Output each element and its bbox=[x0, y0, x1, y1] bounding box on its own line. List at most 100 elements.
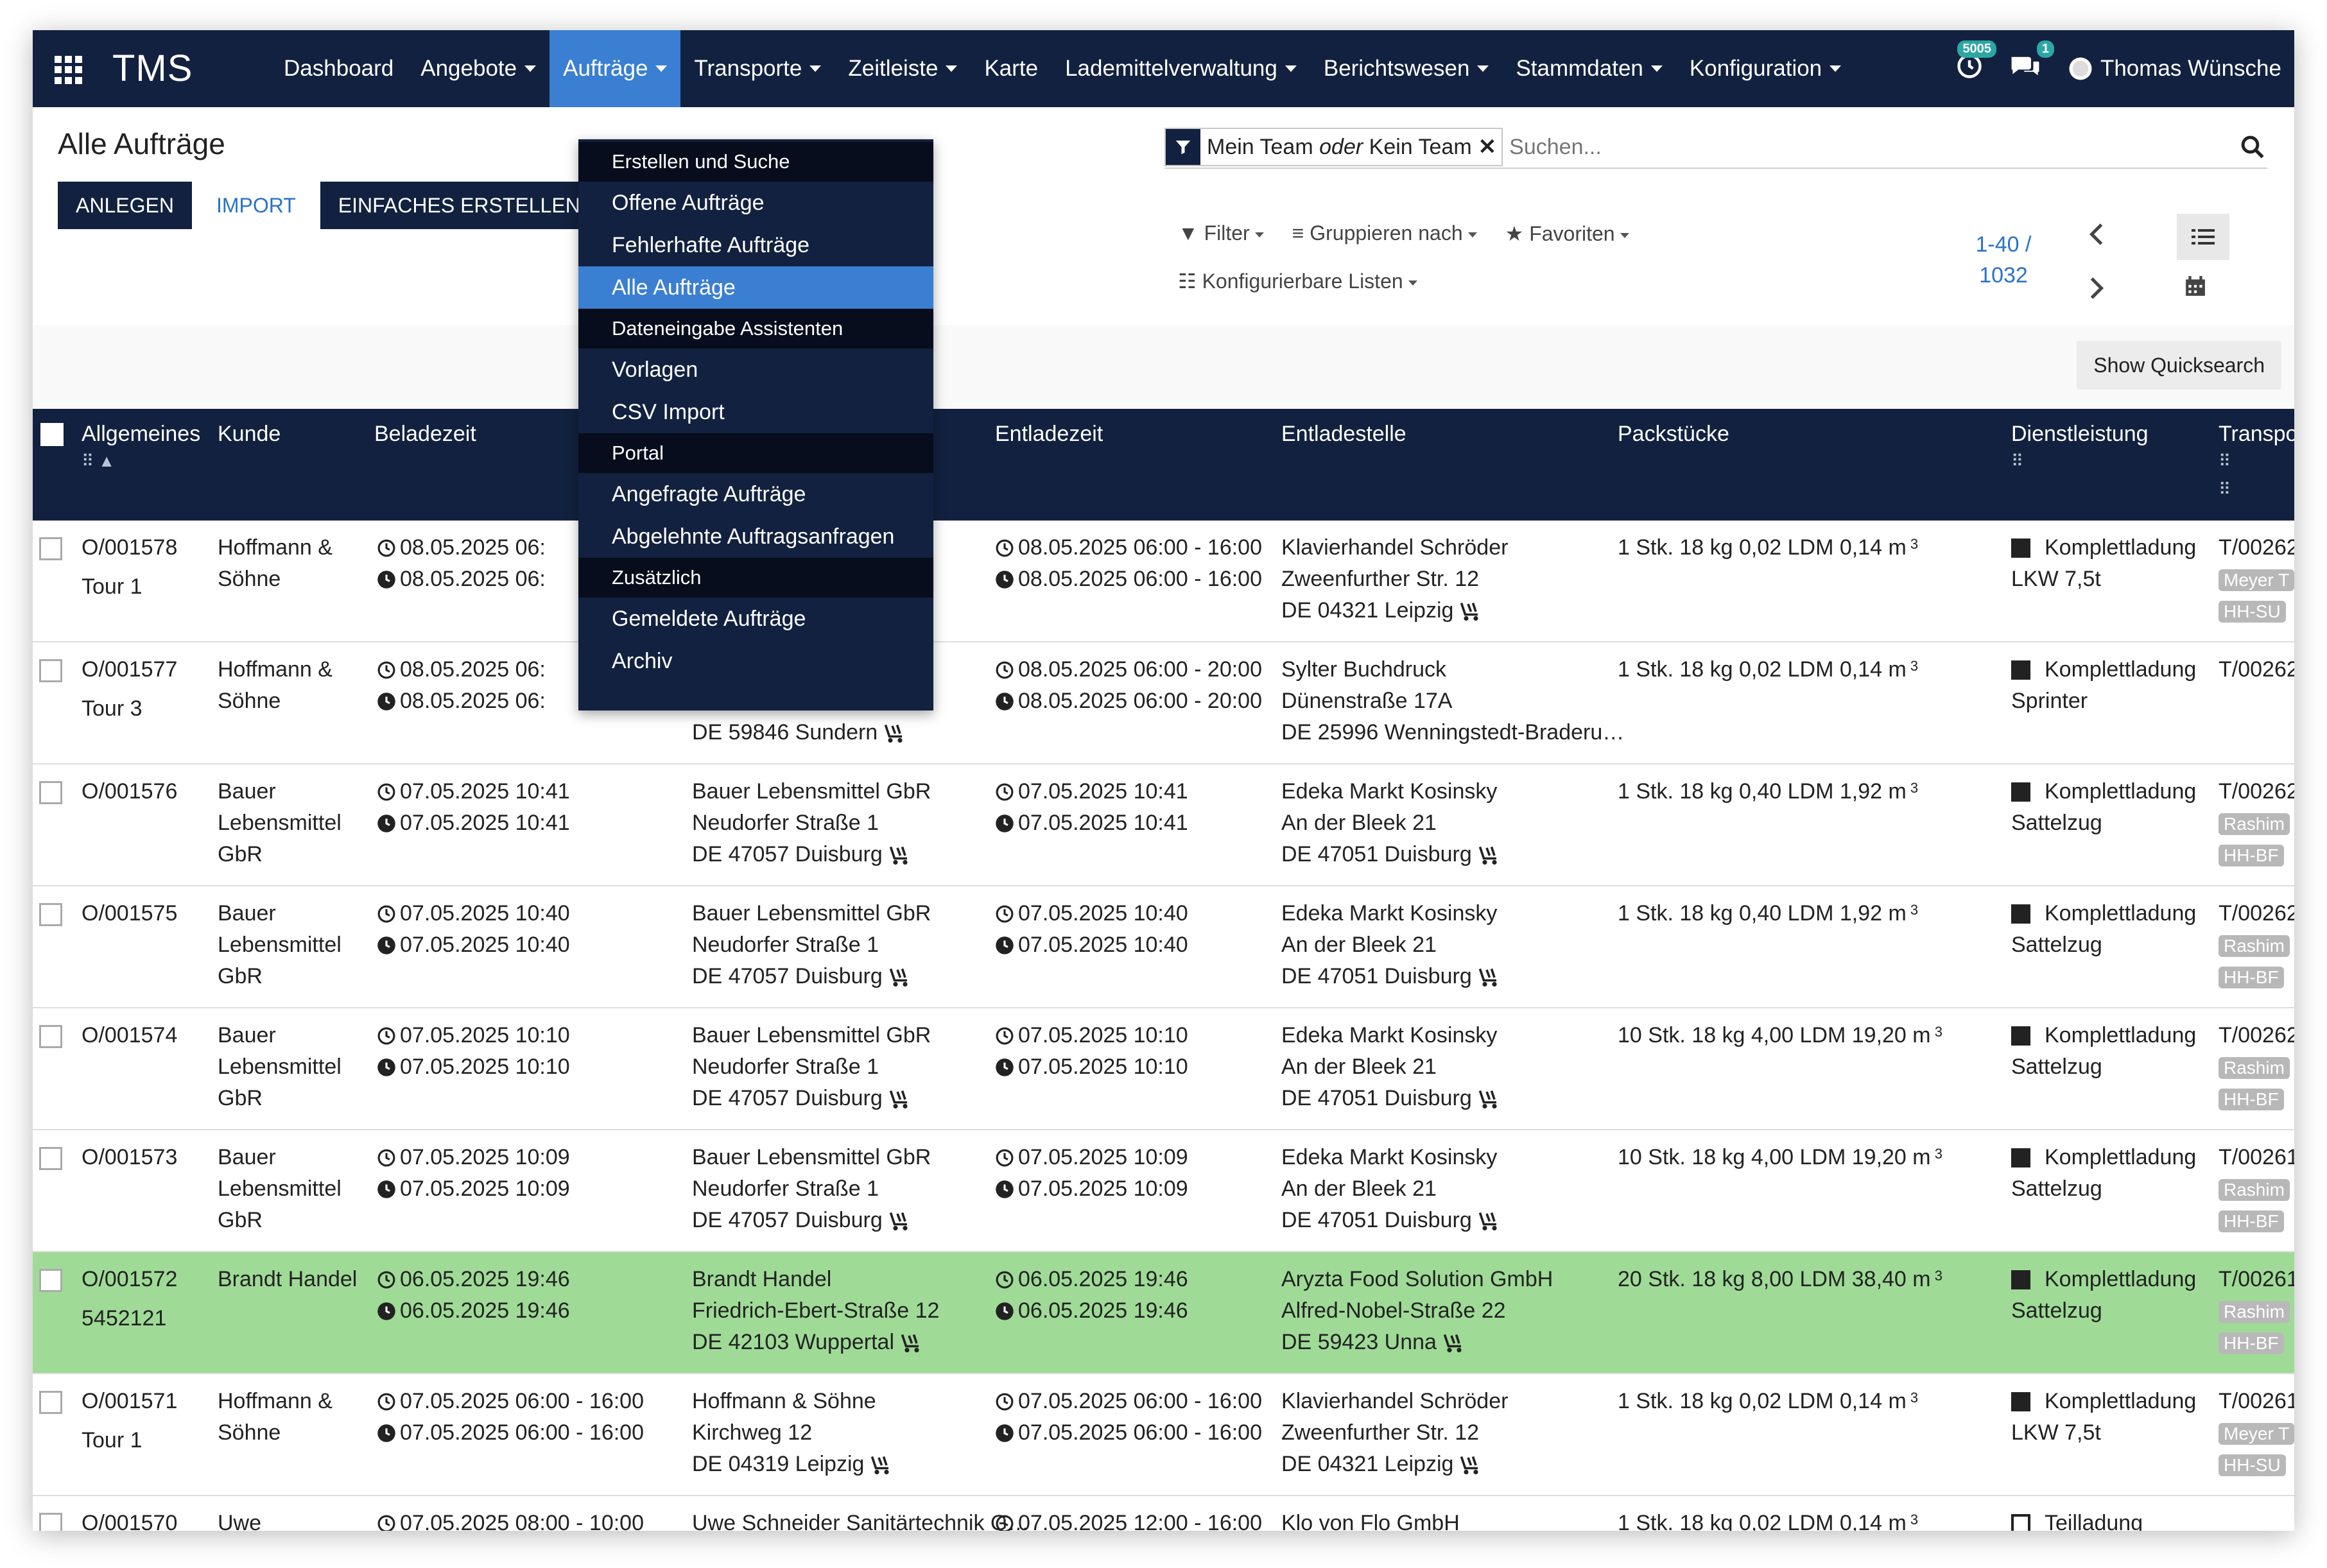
drag-handle-transport-2[interactable]: ⠿ bbox=[2219, 479, 2231, 499]
table-row[interactable]: O/001571 Tour 1 Hoffmann & Söhne 07.05.2025 … bbox=[33, 1374, 2294, 1496]
dropdown-item-alle-auftraege[interactable]: Alle Aufträge bbox=[578, 266, 933, 309]
col-customer[interactable]: Kunde bbox=[218, 422, 281, 447]
row-checkbox[interactable] bbox=[39, 1513, 62, 1531]
nav-item-dashboard[interactable]: Dashboard bbox=[270, 30, 407, 107]
filter-menu[interactable]: ▼ Filter bbox=[1178, 221, 1264, 246]
transport-id[interactable]: T/00262 bbox=[2219, 654, 2294, 685]
unload-time-line: 07.05.2025 10:10 bbox=[995, 1051, 1188, 1083]
pager-previous-button[interactable] bbox=[2087, 221, 2106, 250]
dropdown-item-fehlerhafte-auftraege[interactable]: Fehlerhafte Aufträge bbox=[578, 224, 933, 266]
unload-place-line: An der Bleek 21 bbox=[1281, 1055, 1437, 1079]
col-general[interactable]: Allgemeines bbox=[82, 422, 200, 447]
transport-tag-line: HH-SU bbox=[2219, 595, 2294, 626]
col-load-time[interactable]: Beladezeit bbox=[374, 422, 476, 447]
row-checkbox[interactable] bbox=[39, 537, 62, 560]
transport-id[interactable]: T/00261 bbox=[2219, 1264, 2294, 1295]
dropdown-item-angefragte-auftraege[interactable]: Angefragte Aufträge bbox=[578, 473, 933, 515]
select-all-checkbox[interactable] bbox=[40, 423, 64, 446]
dropdown-item-abgelehnte-auftragsanfragen[interactable]: Abgelehnte Auftragsanfragen bbox=[578, 515, 933, 558]
transport-id[interactable]: T/00261 bbox=[2219, 1142, 2294, 1173]
cell-general: O/001574 bbox=[82, 1020, 177, 1051]
row-checkbox[interactable] bbox=[39, 1025, 62, 1048]
dropdown-item-offene-auftraege[interactable]: Offene Aufträge bbox=[578, 182, 933, 224]
service-name: Komplettladung bbox=[2045, 1023, 2197, 1047]
transport-id[interactable]: T/00262 bbox=[2219, 898, 2294, 929]
nav-item-angebote[interactable]: Angebote bbox=[407, 30, 549, 107]
row-checkbox[interactable] bbox=[39, 1269, 62, 1292]
create-button[interactable]: ANLEGEN bbox=[58, 182, 192, 229]
app-window: TMS Dashboard Angebote Aufträge Transporte Z… bbox=[33, 30, 2294, 1531]
nav-item-karte[interactable]: Karte bbox=[971, 30, 1051, 107]
nav-item-zeitleiste[interactable]: Zeitleiste bbox=[835, 30, 971, 107]
user-menu[interactable]: Thomas Wünsche bbox=[2067, 55, 2281, 82]
favorites-menu[interactable]: ★ Favoriten bbox=[1505, 221, 1629, 246]
nav-item-lademittelverwaltung[interactable]: Lademittelverwaltung bbox=[1051, 30, 1310, 107]
nav-item-stammdaten[interactable]: Stammdaten bbox=[1502, 30, 1675, 107]
search-facet[interactable]: Mein Team oder Kein Team ✕ bbox=[1164, 128, 1503, 166]
group-by-menu[interactable]: ≡ Gruppieren nach bbox=[1292, 221, 1477, 246]
transport-id[interactable]: T/00262 bbox=[2219, 776, 2294, 807]
configurable-lists-menu[interactable]: ☷ Konfigurierbare Listen bbox=[1178, 269, 1417, 293]
pager[interactable]: 1-40 / 1032 bbox=[1959, 229, 2048, 291]
cell-service: Komplettladung Sprinter bbox=[2011, 654, 2196, 717]
dropdown-item-gemeldete-auftraege[interactable]: Gemeldete Aufträge bbox=[578, 598, 933, 640]
drag-handle-service[interactable]: ⠿ bbox=[2011, 451, 2023, 471]
cell-transport: T/00261 Rashim HH-BF bbox=[2219, 1264, 2294, 1358]
col-transport[interactable]: Transpo bbox=[2219, 422, 2294, 447]
load-place-line: Hoffmann & Söhne bbox=[692, 1389, 876, 1413]
col-service[interactable]: Dienstleistung bbox=[2011, 422, 2149, 447]
cell-unload-place: Sylter Buchdruck Dünenstraße 17A DE 25996 … bbox=[1281, 654, 1624, 748]
messages-button[interactable]: 1 bbox=[2009, 40, 2054, 86]
forklift-icon bbox=[885, 724, 903, 743]
transport-id[interactable]: T/00262 bbox=[2219, 1020, 2294, 1051]
dropdown-item-archiv[interactable]: Archiv bbox=[578, 640, 933, 682]
row-checkbox[interactable] bbox=[39, 903, 62, 926]
calendar-view-button[interactable] bbox=[2184, 275, 2206, 300]
table-row[interactable]: O/001572 5452121 Brandt Handel 06.05.2025 1… bbox=[33, 1252, 2294, 1374]
row-checkbox[interactable] bbox=[39, 1147, 62, 1170]
service-line: Komplettladung bbox=[2011, 1386, 2196, 1417]
load-time-line: 07.05.2025 10:10 bbox=[377, 1051, 570, 1083]
row-checkbox[interactable] bbox=[39, 1391, 62, 1414]
activity-button[interactable]: 5005 bbox=[1955, 40, 1996, 86]
table-row[interactable]: O/001573 Bauer Lebensmittel GbR 07.05.2025 1… bbox=[33, 1130, 2294, 1252]
row-checkbox[interactable] bbox=[39, 659, 62, 682]
cell-packages: 10 Stk. 18 kg 4,00 LDM 19,20 m 3 bbox=[1618, 1020, 1942, 1051]
table-row[interactable]: O/001578 Tour 1 Hoffmann & Söhne 08.05.2025 … bbox=[33, 521, 2294, 642]
clock-icon bbox=[996, 1149, 1014, 1166]
search-icon[interactable] bbox=[2238, 132, 2267, 162]
dropdown-item-csv-import[interactable]: CSV Import bbox=[578, 391, 933, 433]
packages-value: 1 Stk. 18 kg 0,02 LDM 0,14 m bbox=[1618, 657, 1907, 682]
apps-grid-icon[interactable] bbox=[55, 56, 83, 84]
import-button[interactable]: IMPORT bbox=[192, 182, 320, 229]
table-row[interactable]: O/001577 Tour 3 Hoffmann & Söhne 08.05.2025 … bbox=[33, 642, 2294, 764]
dropdown-item-vorlagen[interactable]: Vorlagen bbox=[578, 349, 933, 391]
full-load-icon bbox=[2011, 1148, 2030, 1167]
show-quicksearch-button[interactable]: Show Quicksearch bbox=[2077, 341, 2281, 390]
row-checkbox[interactable] bbox=[39, 781, 62, 804]
forklift-icon bbox=[1478, 846, 1497, 865]
table-row[interactable]: O/001570Tour 4 UweSchneider 07.05.2025 08:… bbox=[33, 1496, 2294, 1531]
transport-id[interactable]: T/00262 bbox=[2219, 532, 2294, 564]
nav-item-transporte[interactable]: Transporte bbox=[680, 30, 835, 107]
table-row[interactable]: O/001576 Bauer Lebensmittel GbR 07.05.2025 1… bbox=[33, 764, 2294, 886]
simple-create-button[interactable]: EINFACHES ERSTELLEN bbox=[320, 182, 598, 229]
cubic-superscript: 3 bbox=[1906, 658, 1919, 674]
facet-remove-icon[interactable]: ✕ bbox=[1478, 134, 1502, 160]
cell-unload-place: Edeka Markt Kosinsky An der Bleek 21 DE 47… bbox=[1281, 898, 1500, 992]
pager-next-button[interactable] bbox=[2087, 275, 2106, 304]
cell-transport: T/00262 Meyer T HH-SU bbox=[2219, 532, 2294, 626]
table-row[interactable]: O/001574 Bauer Lebensmittel GbR 07.05.2025 1… bbox=[33, 1008, 2294, 1130]
transport-id[interactable]: T/00261 bbox=[2219, 1386, 2294, 1417]
sort-handle-general[interactable]: ⠿ ▲ bbox=[82, 451, 115, 471]
col-unload-place[interactable]: Entladestelle bbox=[1281, 422, 1406, 447]
drag-handle-transport[interactable]: ⠿ bbox=[2219, 451, 2231, 471]
list-view-button[interactable] bbox=[2177, 214, 2229, 260]
nav-item-konfiguration[interactable]: Konfiguration bbox=[1676, 30, 1855, 107]
col-unload-time[interactable]: Entladezeit bbox=[995, 422, 1103, 447]
nav-item-auftraege[interactable]: Aufträge bbox=[549, 30, 681, 107]
table-row[interactable]: O/001575 Bauer Lebensmittel GbR 07.05.2025 1… bbox=[33, 886, 2294, 1008]
nav-item-berichtswesen[interactable]: Berichtswesen bbox=[1310, 30, 1503, 107]
search-input[interactable] bbox=[1503, 128, 2238, 166]
col-packages[interactable]: Packstücke bbox=[1618, 422, 1729, 447]
